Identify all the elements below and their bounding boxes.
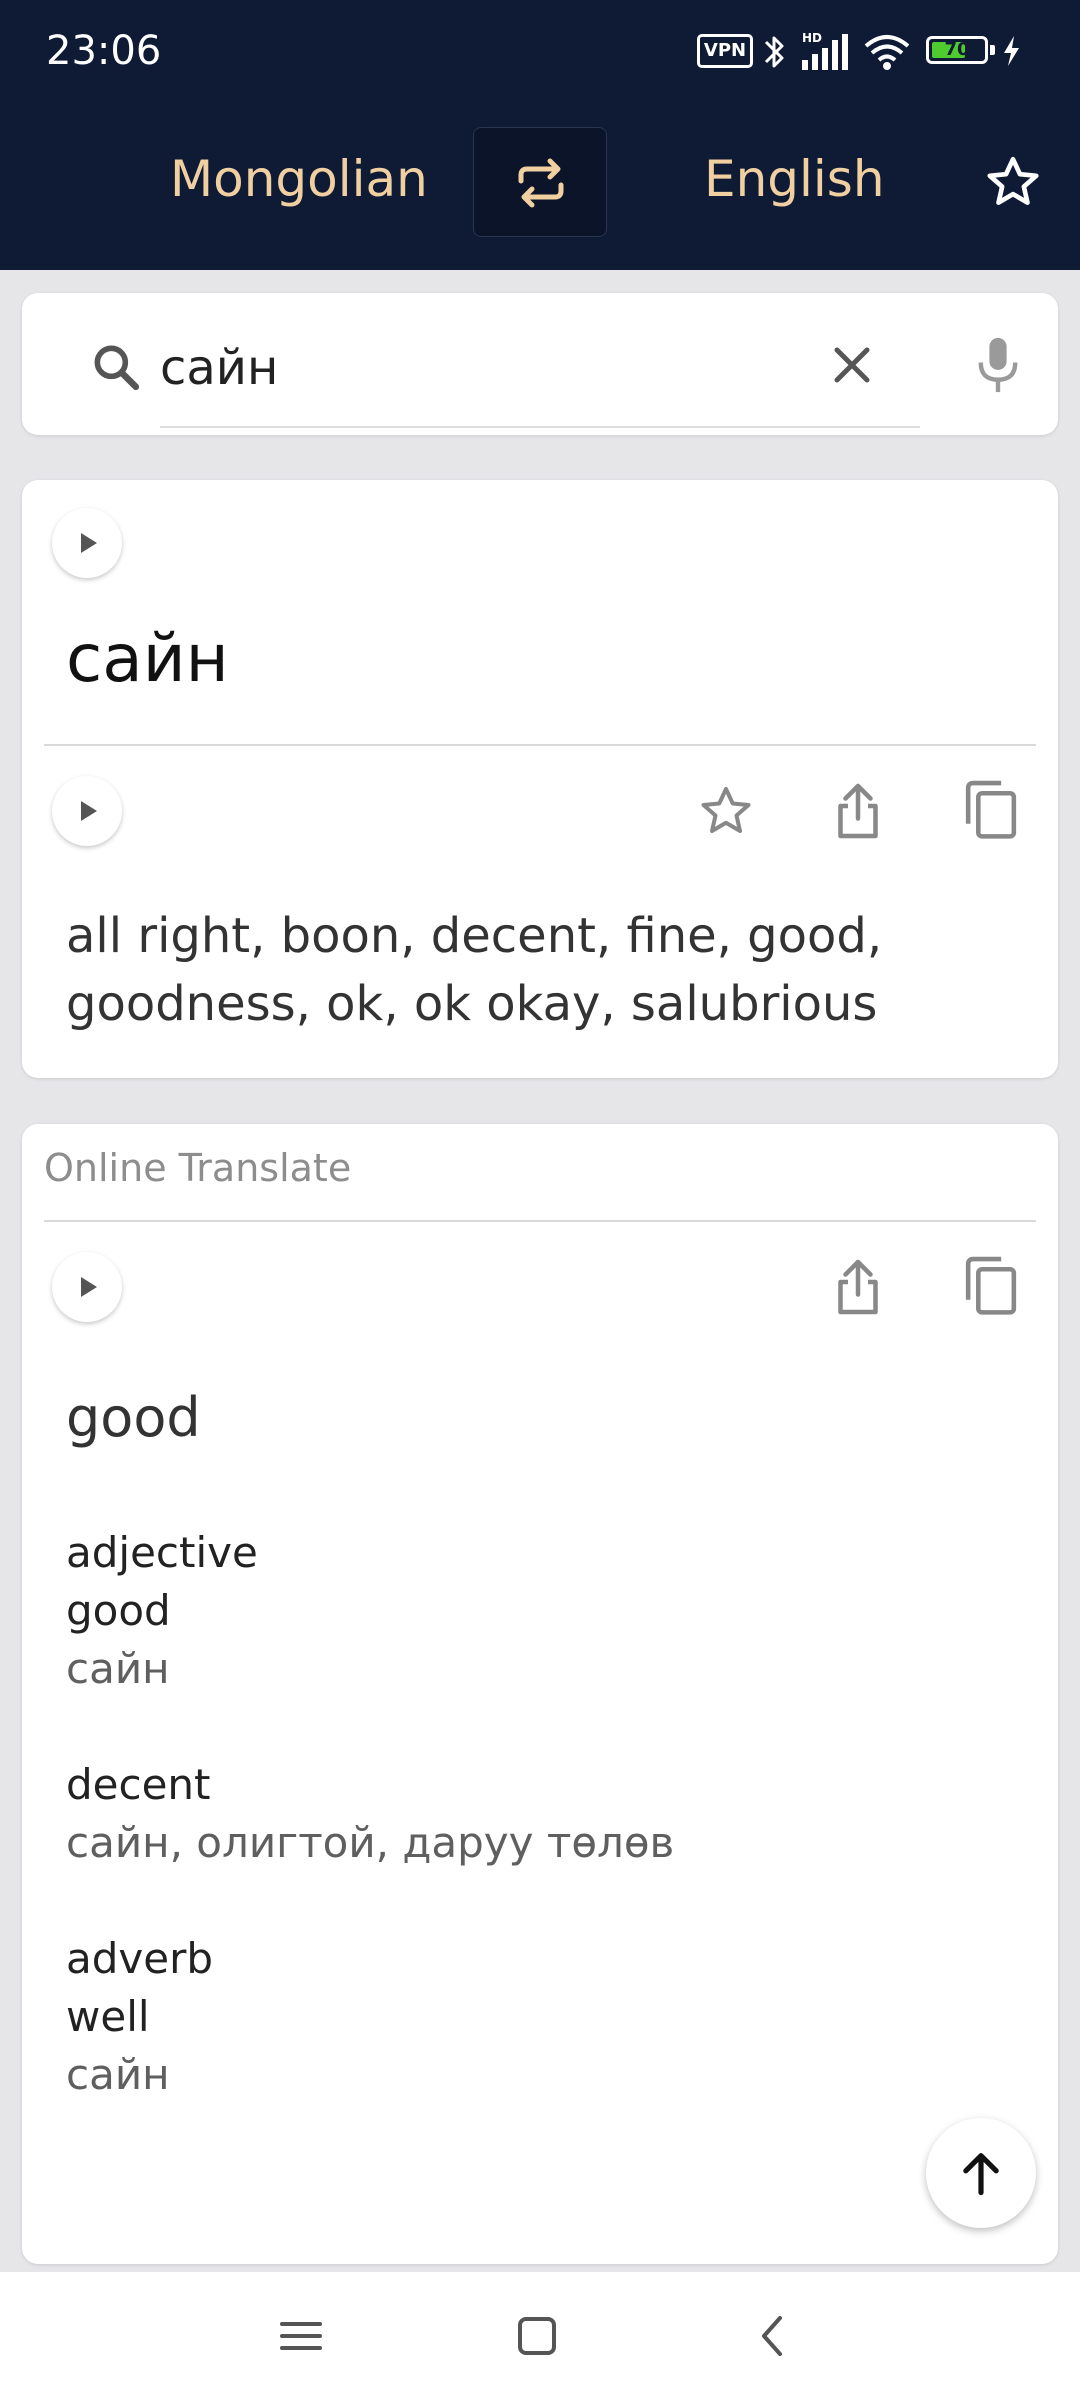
search-input[interactable] [160, 339, 820, 397]
system-nav-bar [0, 2272, 1080, 2400]
entry-word: well [66, 1992, 150, 2041]
divider [44, 744, 1036, 746]
copy-icon[interactable] [960, 1254, 1022, 1320]
star-icon[interactable] [696, 782, 756, 842]
translation-entry: adjective good сайн [66, 1524, 966, 1698]
entry-reverse-translation: сайн, олигтой, даруу төлөв [66, 1818, 675, 1867]
entry-reverse-translation: сайн [66, 2050, 170, 2099]
search-card [22, 293, 1058, 435]
part-of-speech: adjective [66, 1528, 258, 1577]
svg-text:HD: HD [802, 31, 822, 45]
play-icon [81, 533, 97, 553]
translations-text: all right, boon, decent, fine, good, goo… [66, 908, 883, 1032]
source-language-button[interactable]: Mongolian [170, 150, 428, 208]
play-icon [81, 1277, 97, 1297]
share-icon[interactable] [828, 1254, 888, 1320]
swap-languages-button[interactable] [473, 127, 607, 237]
divider [44, 1220, 1036, 1222]
swap-icon [518, 158, 564, 208]
headword: сайн [66, 620, 229, 697]
bluetooth-icon [764, 36, 784, 68]
back-icon[interactable] [750, 2308, 796, 2364]
search-icon [94, 345, 140, 391]
play-online-translation-button[interactable] [52, 1252, 122, 1322]
copy-icon[interactable] [960, 778, 1022, 844]
scroll-to-top-button[interactable] [926, 2118, 1036, 2228]
online-main-translation: good [66, 1386, 201, 1449]
dictionary-card: сайн all right, boon, decent, fine, good… [22, 480, 1058, 1078]
entry-word: good [66, 1586, 171, 1635]
part-of-speech: adverb [66, 1934, 214, 1983]
online-translate-label: Online Translate [44, 1146, 352, 1190]
translation-entry: adverb well сайн [66, 1930, 966, 2104]
search-underline [160, 426, 920, 428]
close-icon[interactable] [822, 335, 882, 395]
menu-icon[interactable] [278, 2308, 324, 2364]
play-headword-button[interactable] [52, 508, 122, 578]
battery-icon: 70 [926, 36, 988, 64]
vpn-icon: VPN [697, 34, 753, 68]
target-language-button[interactable]: English [704, 150, 885, 208]
app-header: 23:06 VPN HD 70 Mongolian English [0, 0, 1080, 270]
status-icons: VPN HD 70 [0, 28, 1080, 78]
star-icon[interactable] [982, 152, 1044, 214]
entry-word: decent [66, 1760, 211, 1809]
mic-icon[interactable] [968, 333, 1028, 397]
play-icon [81, 801, 97, 821]
play-translation-button[interactable] [52, 776, 122, 846]
entry-reverse-translation: сайн [66, 1644, 170, 1693]
home-icon[interactable] [514, 2308, 560, 2364]
charging-icon [1004, 36, 1019, 66]
hd-signal-icon: HD [802, 31, 848, 70]
arrow-up-icon [963, 2153, 999, 2196]
online-translate-card: Online Translate good adjective good сай… [22, 1124, 1058, 2264]
translation-entries: adjective good сайн decent сайн, олигтой… [66, 1524, 966, 2162]
wifi-icon [864, 35, 910, 70]
translation-entry: decent сайн, олигтой, даруу төлөв [66, 1756, 966, 1872]
share-icon[interactable] [828, 778, 888, 844]
battery-level: 70 [944, 39, 970, 60]
battery-tip [990, 45, 995, 55]
